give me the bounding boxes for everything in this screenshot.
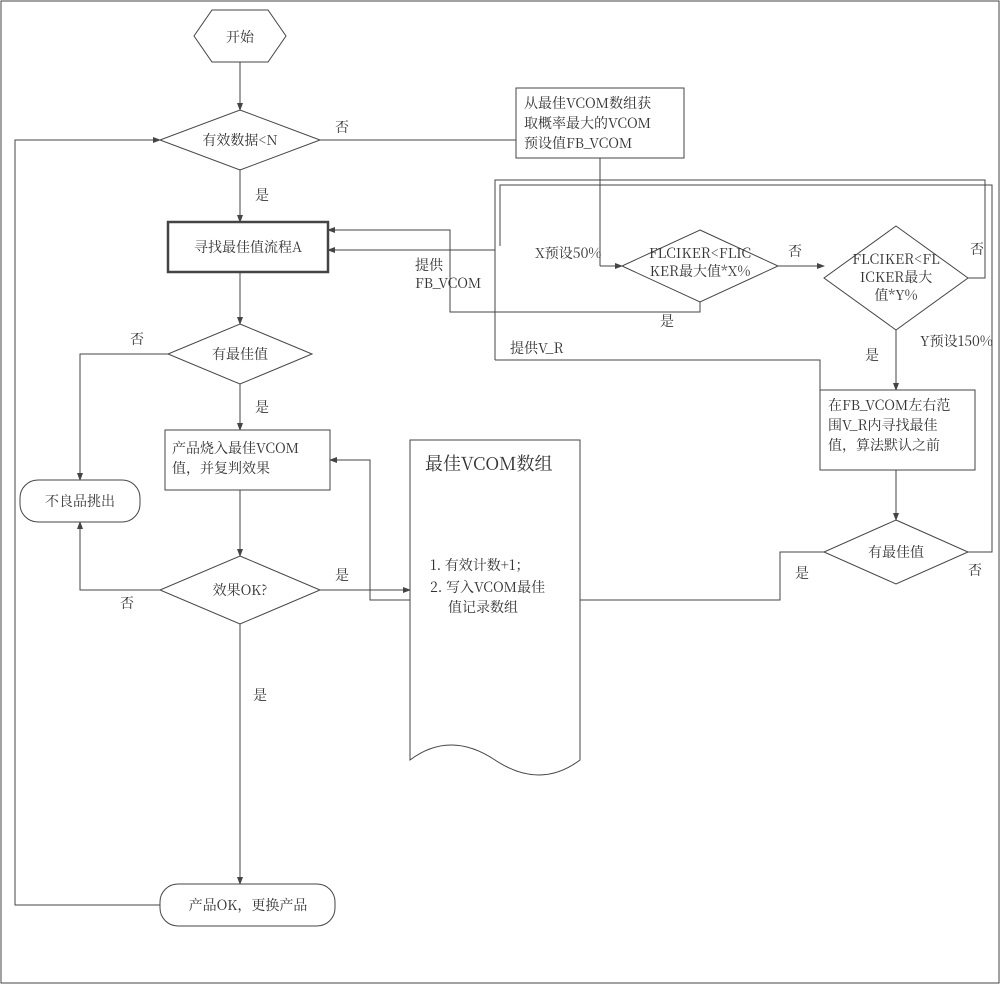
document-line1: 1. 有效计数+1；	[430, 555, 529, 575]
edge-flkx-no: 否	[788, 241, 802, 261]
decision-flk-x-line1: FLCIKER<FLIC	[649, 243, 751, 263]
edge-effect-yes-down: 是	[253, 685, 267, 705]
decision-has-best-left-label: 有最佳值	[212, 344, 268, 364]
edge-hasbest-right-no: 否	[968, 560, 982, 580]
document-line2-b: 值记录数组	[448, 597, 518, 617]
terminal-reject: 不良品挑出	[20, 480, 140, 522]
provide-fb-label-1: 提供	[415, 255, 444, 275]
process-search-line2: 围V_R内寻找最佳	[828, 415, 938, 435]
document-line2-a: 2. 写入VCOM最佳	[430, 577, 545, 597]
decision-effect-ok-label: 效果OK?	[213, 580, 268, 600]
edge-validdata-yes: 是	[255, 185, 269, 205]
edge-hasbest-right-yes: 是	[795, 563, 809, 583]
process-find-a: 寻找最佳值流程A	[168, 222, 328, 272]
process-burn-line2: 值，并复判效果	[172, 458, 270, 478]
decision-has-best-right-label: 有最佳值	[868, 542, 924, 562]
provide-vr-label: 提供V_R	[510, 338, 564, 358]
process-search-line1: 在FB_VCOM左右范	[828, 395, 950, 415]
terminal-next-product-label: 产品OK，更换产品	[189, 895, 308, 915]
terminal-reject-label: 不良品挑出	[45, 491, 115, 511]
process-find-a-label: 寻找最佳值流程A	[194, 237, 302, 257]
process-get-fb-line1: 从最佳VCOM数组获	[524, 93, 651, 113]
decision-flk-y-line3: 值*Y%	[874, 285, 917, 305]
edge-effect-no: 否	[120, 593, 134, 613]
document-best-vcom-array: 最佳VCOM数组 1. 有效计数+1； 2. 写入VCOM最佳 值记录数组	[410, 440, 580, 775]
process-get-fbvcom: 从最佳VCOM数组获 取概率最大的VCOM 预设值FB_VCOM	[516, 88, 684, 158]
provide-fb-label-2: FB_VCOM	[415, 273, 481, 293]
process-search-line3: 值，算法默认之前	[828, 435, 940, 455]
edge-hasbest-left-yes: 是	[255, 397, 269, 417]
edge-validdata-no: 否	[335, 117, 349, 137]
y-preset-label: Y预设150%	[920, 331, 993, 351]
decision-valid-data-label: 有效数据<N	[202, 130, 277, 150]
edge-flkx-yes: 是	[660, 311, 674, 331]
x-preset-label: X预设50%	[535, 243, 601, 263]
decision-flk-x-line2: KER最大值*X%	[650, 261, 751, 281]
process-get-fb-line3: 预设值FB_VCOM	[524, 133, 632, 153]
flowchart-diagram: 开始 有效数据<N 否 是 寻找最佳值流程A 有最佳值 否 是 产品烧入最佳VC…	[0, 0, 1000, 984]
edge-flky-no: 否	[970, 239, 984, 259]
document-title: 最佳VCOM数组	[425, 450, 553, 476]
process-burn-line1: 产品烧入最佳VCOM	[172, 438, 299, 458]
process-burn-vcom: 产品烧入最佳VCOM 值，并复判效果	[165, 430, 330, 490]
start-label: 开始	[226, 27, 255, 47]
edge-flky-yes: 是	[865, 345, 879, 365]
edge-effect-yes-right: 是	[335, 565, 349, 585]
terminal-next-product: 产品OK，更换产品	[160, 884, 335, 926]
decision-flk-y-line2: ICKER最大	[860, 267, 932, 287]
edge-hasbest-left-no: 否	[130, 329, 144, 349]
process-search-range: 在FB_VCOM左右范 围V_R内寻找最佳 值，算法默认之前	[820, 390, 975, 470]
process-get-fb-line2: 取概率最大的VCOM	[524, 113, 651, 133]
start-node: 开始	[194, 10, 286, 62]
decision-flk-y-line1: FLCIKER<FL	[852, 249, 940, 269]
